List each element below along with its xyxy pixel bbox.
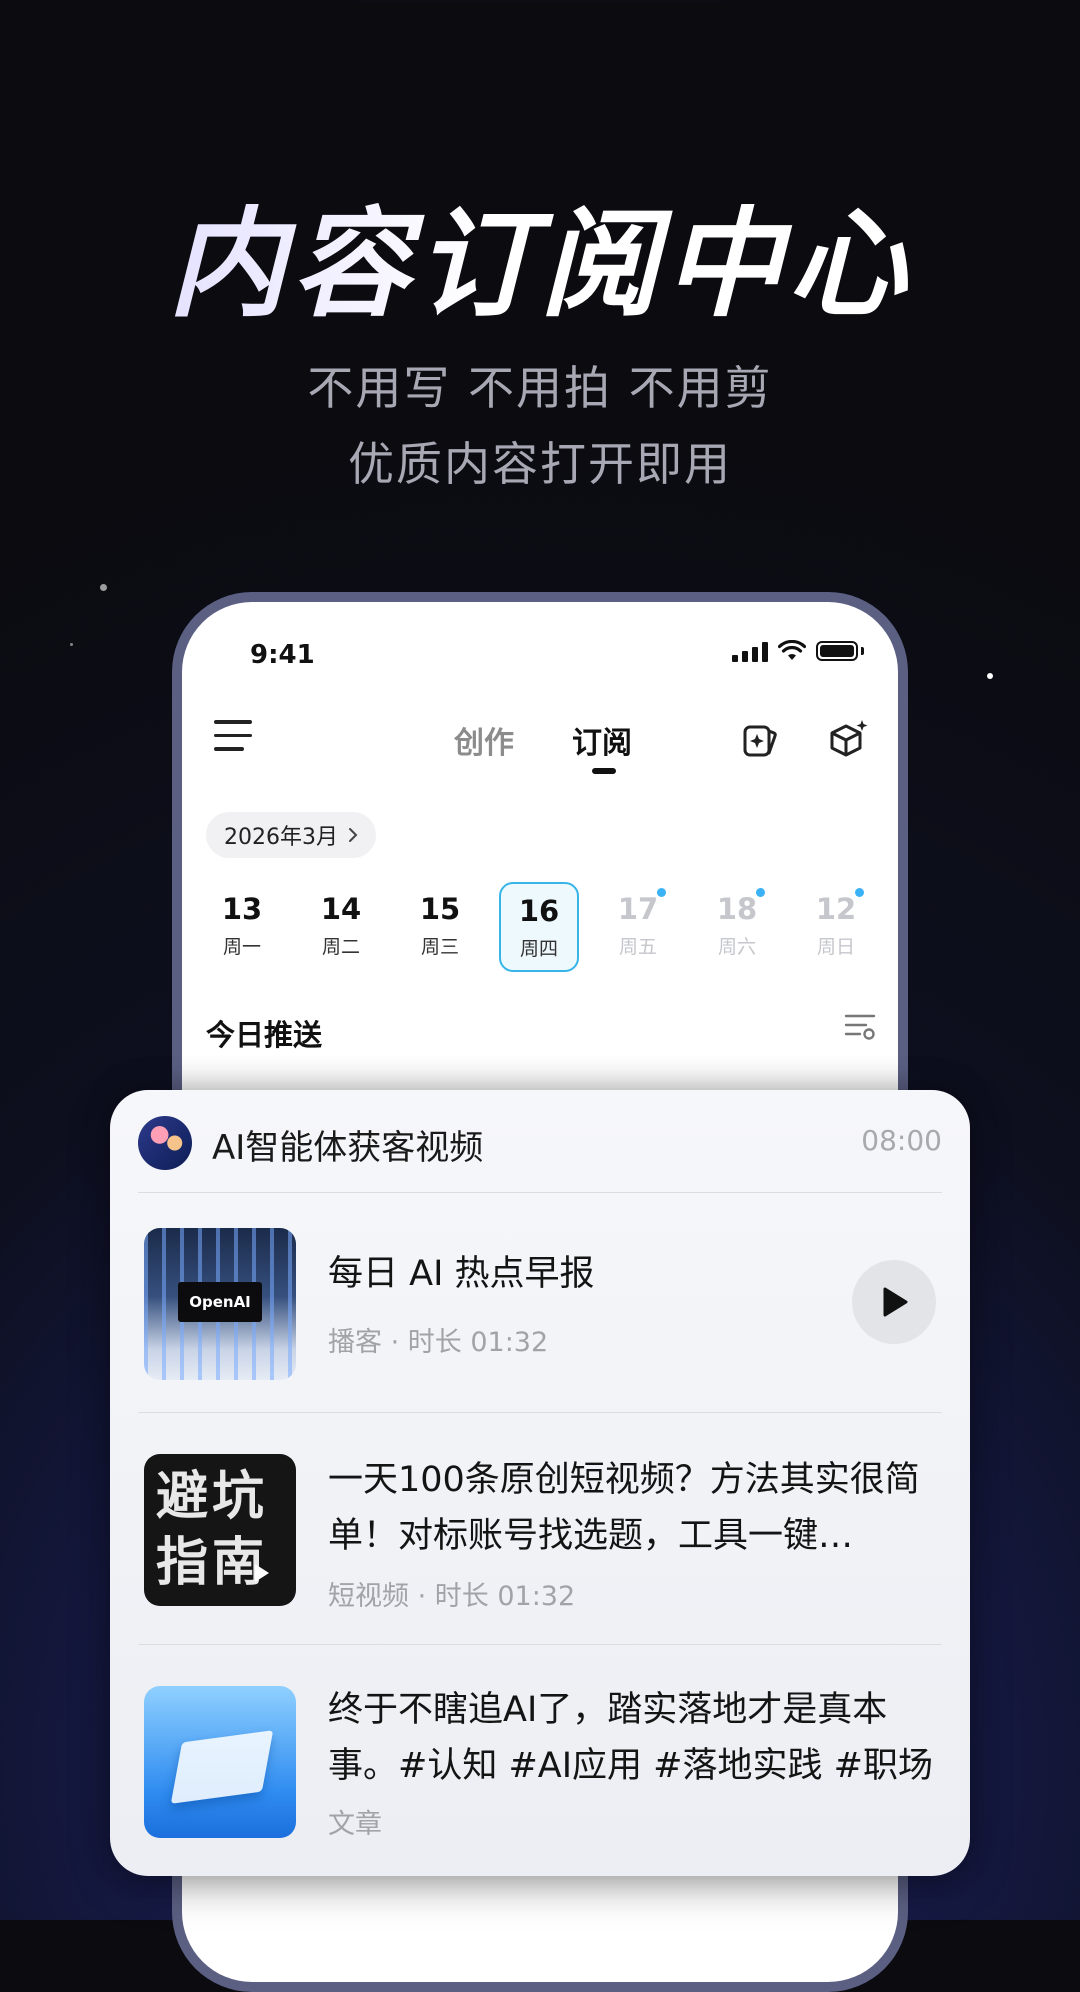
day-number: 15 [419, 892, 461, 926]
signal-icon [732, 640, 768, 662]
calendar-day[interactable]: 12 周日 [796, 882, 876, 972]
day-number: 12 [815, 892, 857, 926]
tab-create[interactable]: 创作 [454, 718, 514, 762]
channel-time: 08:00 [861, 1124, 942, 1157]
item-type: 文章 [328, 1809, 382, 1840]
item-type: 短视频 [328, 1581, 409, 1612]
battery-tip [861, 647, 864, 655]
item-type: 播客 [328, 1327, 382, 1358]
day-weekday: 周日 [816, 936, 855, 958]
update-dot [756, 888, 765, 897]
star-decoration [987, 673, 993, 679]
item-duration: 时长 01:32 [407, 1327, 549, 1358]
battery-icon [816, 641, 858, 661]
item-duration: 时长 01:32 [434, 1581, 576, 1612]
meta-separator: · [417, 1581, 435, 1612]
podcast-thumbnail: OpenAI [144, 1228, 296, 1380]
calendar-day-selected[interactable]: 16 周四 [499, 882, 579, 972]
month-selector[interactable]: 2026年3月 [206, 812, 376, 858]
day-weekday: 周六 [717, 936, 756, 958]
section-title: 今日推送 [206, 1018, 323, 1052]
document-illustration [170, 1730, 274, 1804]
day-weekday: 周三 [420, 936, 459, 958]
item-meta: 文章 [328, 1802, 382, 1841]
item-title: 一天100条原创短视频？方法其实很简单！对标账号找选题，工具一键… [328, 1460, 920, 1556]
day-weekday: 周一 [222, 936, 261, 958]
wifi-icon [778, 640, 806, 660]
item-title: 每日 AI 热点早报 [328, 1254, 595, 1294]
day-weekday: 周二 [321, 936, 360, 958]
active-tab-indicator [592, 768, 616, 774]
day-number: 14 [320, 892, 362, 926]
divider [138, 1644, 942, 1645]
video-thumbnail: 避坑指南 [144, 1454, 296, 1606]
tab-subscribe[interactable]: 订阅 [572, 718, 632, 762]
calendar-day[interactable]: 17 周五 [598, 882, 678, 972]
day-number: 18 [716, 892, 758, 926]
hero-title: 内容订阅中心 [0, 168, 1080, 339]
item-meta: 播客 · 时长 01:32 [328, 1320, 548, 1359]
item-meta: 短视频 · 时长 01:32 [328, 1574, 575, 1613]
day-number: 16 [518, 894, 560, 928]
day-weekday: 周五 [618, 936, 657, 958]
day-number: 17 [617, 892, 659, 926]
status-time: 9:41 [250, 640, 315, 670]
calendar-day[interactable]: 14 周二 [301, 882, 381, 972]
channel-name[interactable]: AI智能体获客视频 [212, 1120, 483, 1169]
chevron-right-icon [349, 828, 358, 842]
divider [138, 1192, 942, 1193]
calendar-day[interactable]: 13 周一 [202, 882, 282, 972]
day-weekday: 周四 [519, 938, 558, 960]
article-thumbnail [144, 1686, 296, 1838]
thumbnail-logo-text: OpenAI [178, 1282, 262, 1322]
calendar-day[interactable]: 18 周六 [697, 882, 777, 972]
divider [138, 1412, 942, 1413]
meta-separator: · [390, 1327, 408, 1358]
update-dot [855, 888, 864, 897]
hero-subtitle-line2: 优质内容打开即用 [348, 437, 732, 491]
star-decoration [70, 643, 73, 646]
star-decoration [100, 584, 107, 591]
feed-card: AI智能体获客视频 08:00 OpenAI 每日 AI 热点早报 播客 · 时… [110, 1090, 970, 1876]
month-label: 2026年3月 [224, 825, 338, 850]
play-icon [883, 1287, 908, 1317]
play-overlay-icon [255, 1564, 269, 1582]
play-button[interactable] [852, 1260, 936, 1344]
cards-icon[interactable] [738, 718, 782, 762]
calendar-day[interactable]: 15 周三 [400, 882, 480, 972]
list-settings-icon[interactable] [844, 1012, 876, 1042]
hero-subtitle-line1: 不用写 不用拍 不用剪 [307, 361, 773, 415]
item-title: 终于不瞎追AI了，踏实落地才是真本事。#认知 #AI应用 #落地实践 #职场 [328, 1690, 933, 1786]
menu-icon[interactable] [214, 720, 252, 761]
channel-avatar[interactable] [138, 1116, 192, 1170]
status-icons [732, 640, 864, 662]
day-number: 13 [221, 892, 263, 926]
update-dot [657, 888, 666, 897]
cube-sparkle-icon[interactable] [826, 718, 870, 762]
